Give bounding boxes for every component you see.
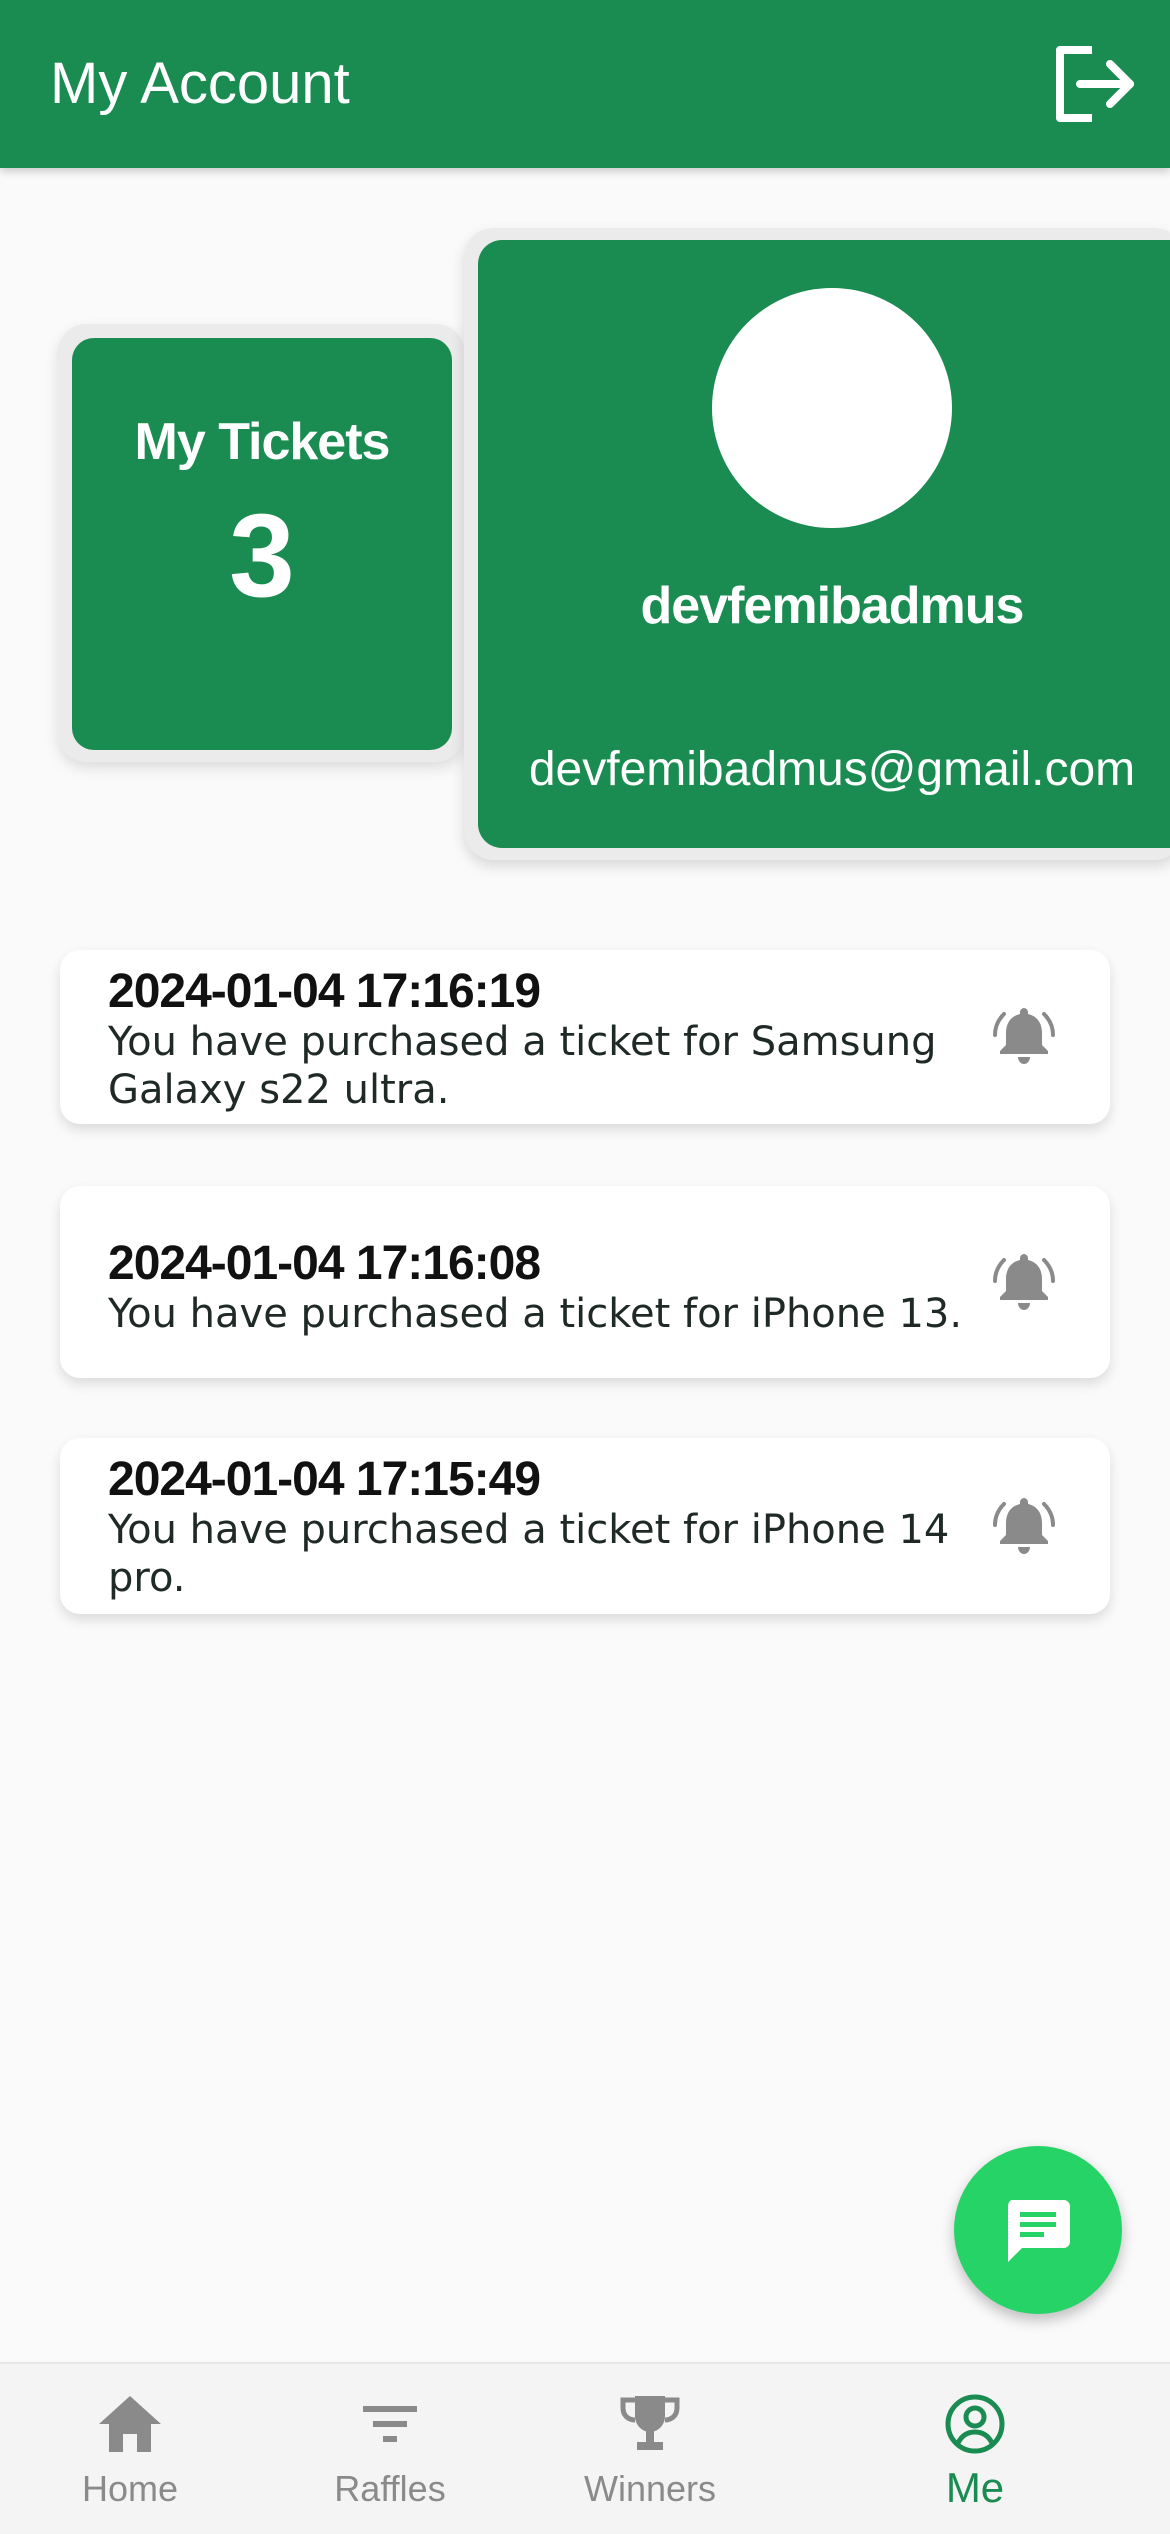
avatar[interactable] xyxy=(712,288,952,528)
my-tickets-label: My Tickets xyxy=(134,413,391,471)
bell-ring-icon xyxy=(993,1254,1055,1310)
page-title: My Account xyxy=(50,51,350,116)
chat-icon xyxy=(1008,2200,1070,2262)
notification-item[interactable]: 2024-01-04 17:16:19 You have purchased a… xyxy=(60,950,1110,1124)
notification-message: You have purchased a ticket for Samsung … xyxy=(108,1019,937,1113)
notification-item[interactable]: 2024-01-04 17:15:49 You have purchased a… xyxy=(60,1438,1110,1614)
nav-item-me[interactable]: Me xyxy=(845,2364,1105,2534)
nav-item-home[interactable]: Home xyxy=(0,2364,260,2534)
trophy-icon xyxy=(620,2396,680,2450)
notification-time: 2024-01-04 17:16:19 xyxy=(108,965,541,1018)
bottom-navigation: Home Raffles Winners Me xyxy=(0,2362,1170,2534)
nav-item-winners[interactable]: Winners xyxy=(520,2364,780,2534)
my-tickets-count: 3 xyxy=(229,490,295,622)
nav-label-home: Home xyxy=(81,2468,179,2509)
nav-label-raffles: Raffles xyxy=(334,2468,446,2509)
account-circle-icon xyxy=(945,2394,1005,2454)
bell-ring-icon xyxy=(993,1498,1055,1554)
filter-icon xyxy=(363,2406,417,2442)
notification-time: 2024-01-04 17:15:49 xyxy=(108,1453,541,1506)
nav-label-me: Me xyxy=(945,2464,1005,2511)
home-icon xyxy=(99,2396,161,2452)
notification-time: 2024-01-04 17:16:08 xyxy=(108,1237,541,1290)
nav-item-raffles[interactable]: Raffles xyxy=(260,2364,520,2534)
logout-button[interactable] xyxy=(1052,44,1138,124)
app-bar: My Account xyxy=(0,0,1170,168)
chat-button[interactable] xyxy=(954,2146,1122,2314)
profile-username: devfemibadmus xyxy=(640,577,1025,635)
notification-item[interactable]: 2024-01-04 17:16:08 You have purchased a… xyxy=(60,1186,1110,1378)
profile-email: devfemibadmus@gmail.com xyxy=(528,743,1136,796)
notification-message: You have purchased a ticket for iPhone 1… xyxy=(108,1507,950,1601)
bell-ring-icon xyxy=(993,1008,1055,1064)
my-tickets-panel: My Tickets 3 xyxy=(72,338,452,750)
notification-message: You have purchased a ticket for iPhone 1… xyxy=(108,1291,963,1337)
logout-icon xyxy=(1056,46,1134,122)
profile-card: devfemibadmus devfemibadmus@gmail.com xyxy=(464,228,1170,860)
nav-label-winners: Winners xyxy=(583,2468,717,2509)
profile-panel: devfemibadmus devfemibadmus@gmail.com xyxy=(478,240,1170,848)
my-tickets-card[interactable]: My Tickets 3 xyxy=(58,324,464,762)
